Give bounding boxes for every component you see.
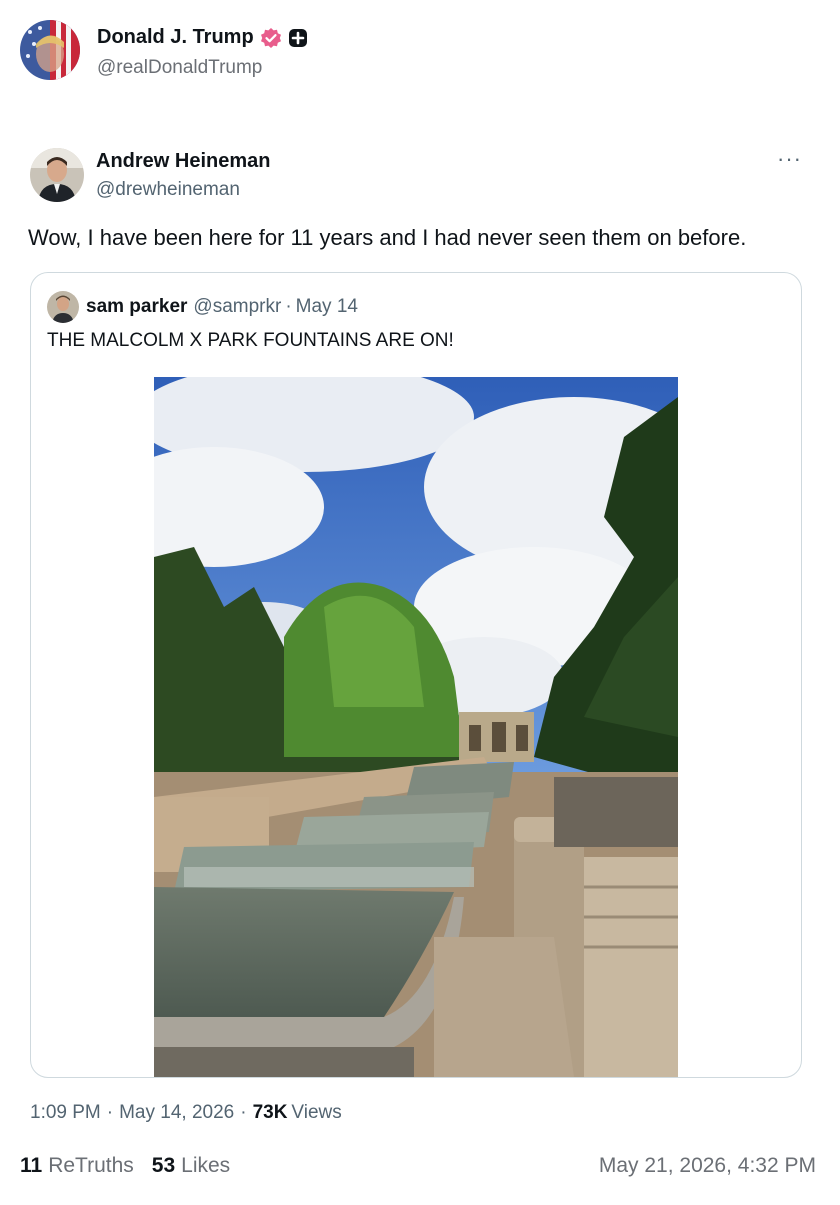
retruths-label: ReTruths (48, 1154, 134, 1177)
outer-post-header: Donald J. Trump @realDonaldTrump (20, 20, 308, 80)
tweet-avatar[interactable] (30, 148, 84, 202)
retruths-stat[interactable]: 11 ReTruths (20, 1154, 134, 1178)
likes-stat[interactable]: 53 Likes (152, 1154, 230, 1178)
post-stats: 11 ReTruths 53 Likes (20, 1154, 248, 1178)
quoted-avatar[interactable] (47, 291, 79, 323)
outer-display-name[interactable]: Donald J. Trump (97, 26, 254, 49)
more-options-icon[interactable]: ··· (777, 148, 802, 170)
quoted-text: THE MALCOLM X PARK FOUNTAINS ARE ON! (47, 330, 454, 351)
avatar[interactable] (20, 20, 80, 80)
retruths-count: 11 (20, 1154, 43, 1177)
post-date: May 21, 2026, 4:32 PM (598, 1154, 816, 1177)
meta-separator: · (106, 1102, 114, 1123)
likes-count: 53 (151, 1154, 176, 1177)
quoted-tweet-header: sam parker @samprkr · May 14 (47, 291, 358, 323)
views-count: 73K (252, 1102, 288, 1123)
tweet-text: Wow, I have been here for 11 years and I… (28, 225, 747, 250)
quoted-display-name[interactable]: sam parker (86, 296, 187, 318)
quoted-separator: · (285, 296, 292, 317)
fountain-photo[interactable] (154, 377, 678, 1077)
quoted-handle[interactable]: @samprkr (193, 296, 281, 318)
post-page: Donald J. Trump @realDonaldTrump Andrew … (0, 0, 840, 1205)
tweet-handle[interactable]: @drewheineman (96, 179, 270, 201)
tweet-date[interactable]: May 14, 2026 (119, 1102, 234, 1124)
outer-handle[interactable]: @realDonaldTrump (97, 57, 308, 79)
tweet-display-name[interactable]: Andrew Heineman (96, 150, 270, 173)
plus-badge-icon (288, 28, 307, 47)
tweet-meta: 1:09 PM · May 14, 2026 · 73K Views (30, 1102, 342, 1124)
quoted-date[interactable]: May 14 (296, 296, 358, 318)
verified-badge-icon (260, 27, 281, 48)
quoted-tweet-card[interactable]: sam parker @samprkr · May 14 THE MALCOLM… (30, 272, 802, 1078)
likes-label: Likes (181, 1154, 231, 1177)
views-label: Views (291, 1102, 342, 1123)
tweet-time[interactable]: 1:09 PM (30, 1102, 101, 1124)
tweet-header: Andrew Heineman @drewheineman ··· (30, 148, 810, 202)
meta-separator: · (240, 1102, 247, 1123)
